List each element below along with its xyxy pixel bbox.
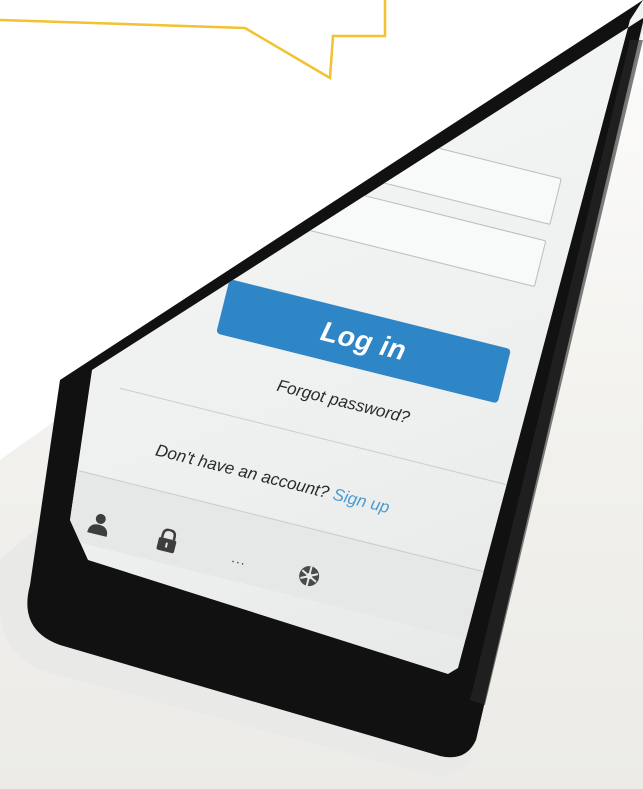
photo-stage: Log in Forgot password? Don't have an ac…	[0, 0, 643, 789]
user-icon	[87, 513, 108, 537]
signup-prompt: Don't have an account?	[153, 440, 332, 503]
more-icon: ...	[230, 549, 249, 569]
signup-link[interactable]: Sign up	[331, 485, 392, 517]
settings-icon	[299, 566, 320, 587]
lock-icon	[156, 528, 177, 554]
